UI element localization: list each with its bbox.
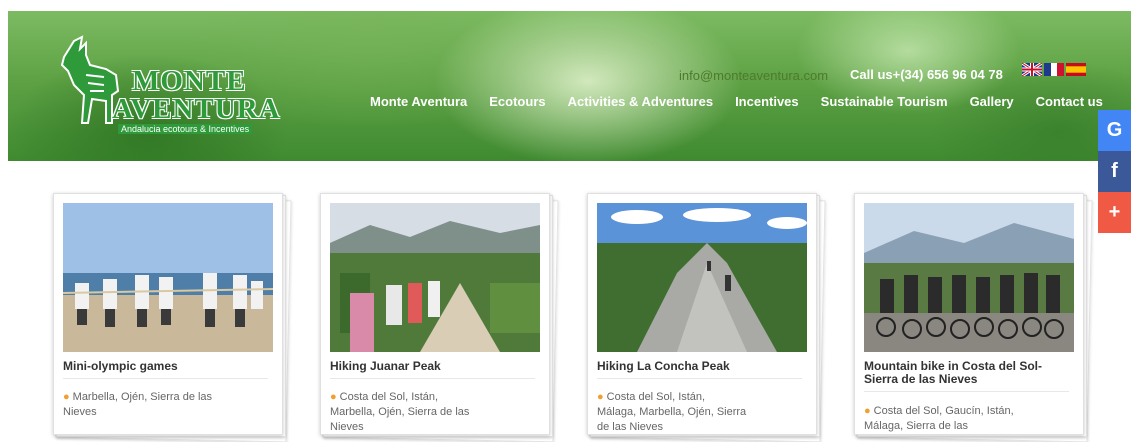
- share-plus-icon: +: [1108, 201, 1121, 223]
- card-location-text: Costa del Sol, Istán, Málaga, Marbella, …: [597, 391, 747, 433]
- card-title[interactable]: Mini-olympic games: [63, 360, 268, 379]
- activity-card[interactable]: Mountain bike in Costa del Sol-Sierra de…: [854, 193, 1093, 442]
- facebook-share-button[interactable]: f: [1098, 151, 1131, 192]
- google-icon: G: [1106, 119, 1123, 141]
- card-title[interactable]: Mountain bike in Costa del Sol-Sierra de…: [864, 360, 1069, 392]
- contact-email-link[interactable]: info@monteaventura.com: [679, 68, 828, 83]
- activity-card[interactable]: Hiking La Concha Peak ● Costa del Sol, Is…: [587, 193, 826, 442]
- card-title[interactable]: Hiking Juanar Peak: [330, 360, 535, 379]
- more-share-button[interactable]: +: [1098, 192, 1131, 233]
- spain-flag-icon[interactable]: [1066, 63, 1086, 76]
- nav-incentives[interactable]: Incentives: [735, 94, 799, 109]
- card-location: ● Costa del Sol, Istán, Málaga, Marbella,…: [597, 390, 747, 435]
- card-photo[interactable]: [864, 203, 1074, 352]
- card-location-text: Costa del Sol, Gaucín, Istán, Málaga, Si…: [864, 405, 1014, 432]
- brand-name-line2: AVENTURA: [112, 93, 281, 125]
- brand-tagline: Andalucia ecotours & Incentives: [118, 124, 253, 134]
- card-location-text: Marbella, Ojén, Sierra de las Nieves: [63, 391, 213, 418]
- uk-flag-icon[interactable]: [1022, 63, 1042, 76]
- location-pin-icon: ●: [864, 405, 871, 417]
- card-body[interactable]: Hiking Juanar Peak ● Costa del Sol, Istán…: [320, 193, 550, 435]
- france-flag-icon[interactable]: [1044, 63, 1064, 76]
- card-photo[interactable]: [63, 203, 273, 352]
- main-nav: Monte Aventura Ecotours Activities & Adv…: [370, 94, 1103, 109]
- language-switcher: [1022, 63, 1086, 76]
- nav-ecotours[interactable]: Ecotours: [489, 94, 545, 109]
- nav-monte-aventura[interactable]: Monte Aventura: [370, 94, 467, 109]
- location-pin-icon: ●: [330, 391, 337, 403]
- card-title[interactable]: Hiking La Concha Peak: [597, 360, 802, 379]
- card-location: ● Costa del Sol, Gaucín, Istán, Málaga, S…: [864, 404, 1014, 434]
- location-pin-icon: ●: [597, 391, 604, 403]
- site-header: MONTE AVENTURA Andalucia ecotours & Ince…: [8, 11, 1131, 161]
- card-body[interactable]: Hiking La Concha Peak ● Costa del Sol, Is…: [587, 193, 817, 435]
- google-share-button[interactable]: G: [1098, 110, 1131, 151]
- contact-phone: Call us+(34) 656 96 04 78: [850, 67, 1003, 82]
- nav-activities-adventures[interactable]: Activities & Adventures: [568, 94, 713, 109]
- activity-card[interactable]: Mini-olympic games ● Marbella, Ojén, Sier…: [53, 193, 292, 442]
- nav-contact-us[interactable]: Contact us: [1036, 94, 1103, 109]
- nav-gallery[interactable]: Gallery: [970, 94, 1014, 109]
- card-body[interactable]: Mini-olympic games ● Marbella, Ojén, Sier…: [53, 193, 283, 435]
- card-photo[interactable]: [330, 203, 540, 352]
- site-logo[interactable]: MONTE AVENTURA Andalucia ecotours & Ince…: [52, 35, 280, 139]
- location-pin-icon: ●: [63, 391, 70, 403]
- card-location: ● Costa del Sol, Istán, Marbella, Ojén, S…: [330, 390, 480, 435]
- activity-card[interactable]: Hiking Juanar Peak ● Costa del Sol, Istán…: [320, 193, 559, 442]
- card-location: ● Marbella, Ojén, Sierra de las Nieves: [63, 390, 213, 420]
- card-photo[interactable]: [597, 203, 807, 352]
- card-body[interactable]: Mountain bike in Costa del Sol-Sierra de…: [854, 193, 1084, 435]
- facebook-icon: f: [1111, 160, 1118, 182]
- social-share-bar: G f +: [1098, 110, 1131, 233]
- card-location-text: Costa del Sol, Istán, Marbella, Ojén, Si…: [330, 391, 470, 433]
- nav-sustainable-tourism[interactable]: Sustainable Tourism: [821, 94, 948, 109]
